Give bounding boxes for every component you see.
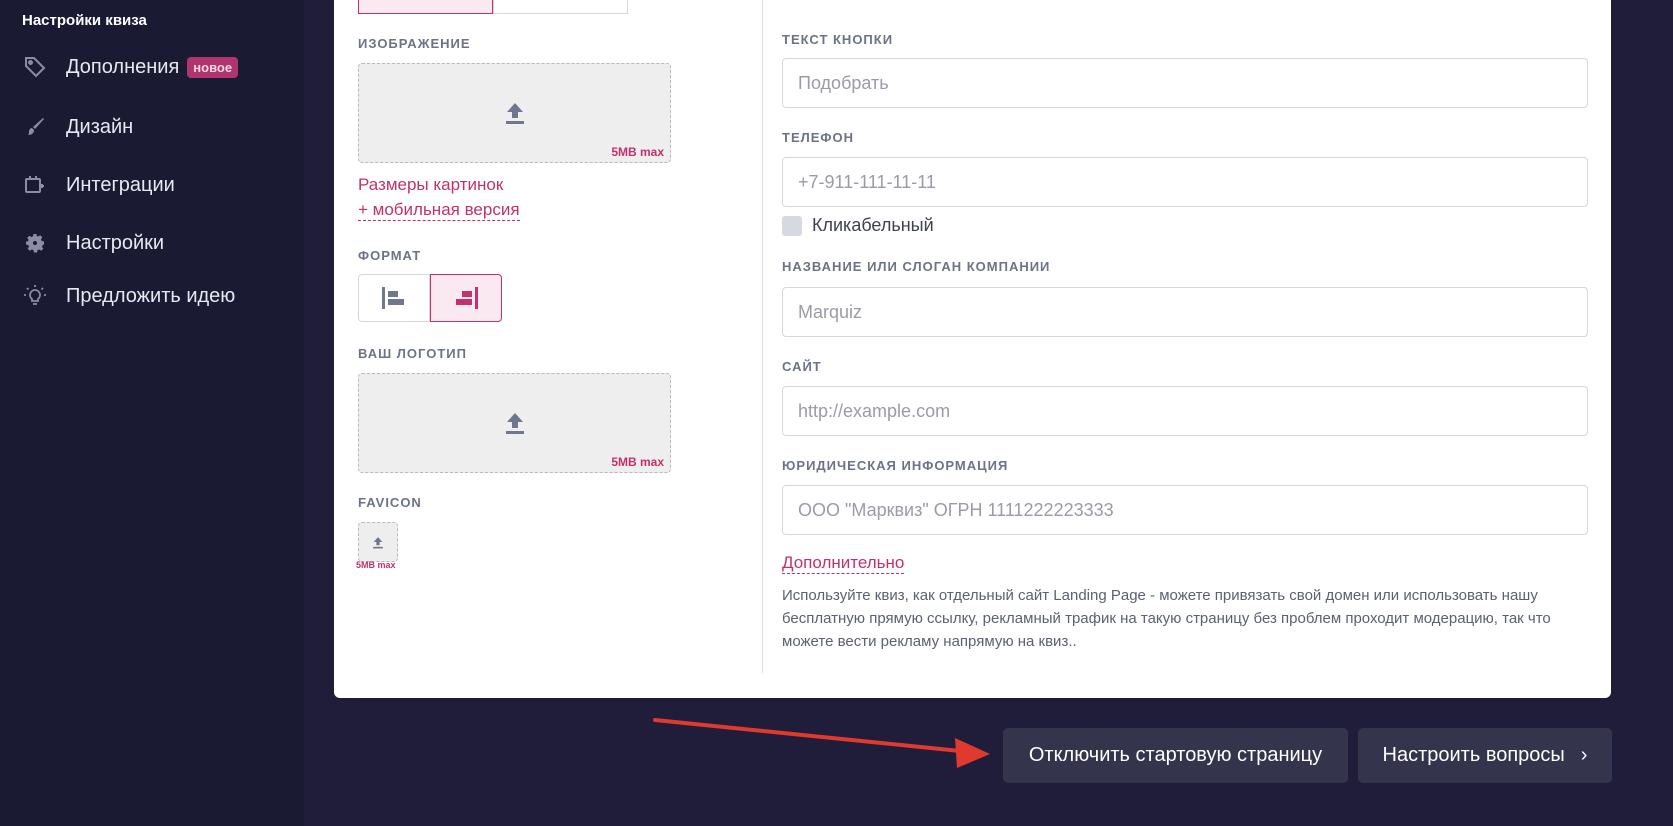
disable-start-page-label: Отключить стартовую страницу — [1028, 744, 1323, 766]
brush-icon — [22, 114, 48, 140]
sidebar-item-addons[interactable]: Дополнения новое — [22, 54, 239, 80]
sidebar-item-integrations[interactable]: Интеграции — [22, 172, 175, 198]
sidebar-item-suggest-idea[interactable]: Предложить идею — [22, 283, 235, 309]
setup-questions-button[interactable]: Настроить вопросы › — [1358, 728, 1612, 783]
company-input[interactable] — [782, 287, 1588, 337]
disable-start-page-button[interactable]: Отключить стартовую страницу — [1003, 728, 1348, 783]
sidebar-item-label: Дизайн — [66, 115, 134, 138]
format-label: ФОРМАТ — [358, 248, 422, 263]
sidebar-item-label: Предложить идею — [66, 284, 236, 307]
logo-upload[interactable]: 5MB max — [358, 373, 671, 473]
image-upload[interactable]: 5MB max — [358, 63, 671, 163]
sidebar-title: Настройки квиза — [22, 12, 147, 29]
integration-icon — [22, 172, 48, 198]
upload-icon — [505, 103, 524, 124]
upload-max-size: 5MB max — [611, 455, 664, 469]
toggle-option-active[interactable] — [358, 0, 493, 14]
setup-questions-label: Настроить вопросы — [1382, 744, 1565, 766]
legal-input[interactable] — [782, 485, 1588, 535]
toggle-option[interactable] — [493, 0, 628, 14]
gear-icon — [22, 230, 48, 256]
button-text-label: ТЕКСТ КНОПКИ — [782, 32, 894, 47]
phone-label: ТЕЛЕФОН — [782, 130, 854, 145]
layout-toggle-top[interactable] — [358, 0, 628, 14]
logo-label: ВАШ ЛОГОТИП — [358, 346, 467, 361]
mobile-version-link[interactable]: + мобильная версия — [358, 200, 520, 221]
clickable-checkbox-row[interactable]: Кликабельный — [782, 215, 934, 236]
favicon-max-size: 5MB max — [356, 560, 396, 570]
align-right-icon — [456, 287, 478, 309]
sidebar-item-label: Интеграции — [66, 173, 175, 196]
column-divider — [762, 0, 763, 673]
align-left-icon — [382, 287, 404, 309]
format-align-right-button[interactable] — [430, 274, 502, 322]
sidebar: Настройки квиза Дополнения новое Дизайн … — [0, 0, 304, 826]
upload-icon — [505, 413, 524, 434]
legal-label: ЮРИДИЧЕСКАЯ ИНФОРМАЦИЯ — [782, 458, 1009, 473]
tag-icon — [22, 54, 48, 80]
upload-icon — [373, 536, 383, 548]
sidebar-item-settings[interactable]: Настройки — [22, 230, 164, 256]
additional-link[interactable]: Дополнительно — [782, 553, 905, 574]
image-label: ИЗОБРАЖЕНИЕ — [358, 36, 471, 51]
new-badge: новое — [187, 56, 239, 78]
sidebar-item-design[interactable]: Дизайн — [22, 114, 133, 140]
clickable-label: Кликабельный — [812, 215, 934, 235]
chevron-right-icon: › — [1580, 744, 1588, 766]
lightbulb-icon — [22, 283, 48, 309]
company-label: НАЗВАНИЕ ИЛИ СЛОГАН КОМПАНИИ — [782, 259, 1051, 274]
button-text-input[interactable] — [782, 58, 1588, 108]
image-sizes-link[interactable]: Размеры картинок — [358, 175, 503, 195]
upload-max-size: 5MB max — [611, 145, 664, 159]
favicon-label: FAVICON — [358, 495, 422, 510]
clickable-checkbox[interactable] — [782, 215, 802, 236]
sidebar-item-label: Настройки — [66, 231, 165, 254]
sidebar-item-label: Дополнения — [66, 55, 180, 78]
format-align-left-button[interactable] — [358, 274, 430, 322]
phone-input[interactable] — [782, 157, 1588, 207]
favicon-upload[interactable] — [358, 522, 398, 562]
landing-description: Используйте квиз, как отдельный сайт Lan… — [782, 587, 1551, 650]
site-input[interactable] — [782, 386, 1588, 436]
site-label: САЙТ — [782, 359, 822, 374]
settings-card: ИЗОБРАЖЕНИЕ 5MB max Размеры картинок + м… — [334, 0, 1611, 698]
